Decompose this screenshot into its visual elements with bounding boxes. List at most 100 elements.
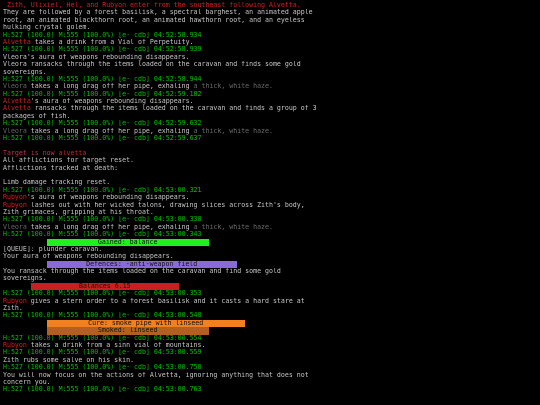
text-segment: You will now focus on the actions of Alv… (3, 371, 309, 379)
text-segment: H:527 (100.0) M:555 (100.0%) [e- cdb] 04… (3, 186, 202, 194)
text-segment: ransacks through the items loaded on the… (30, 105, 317, 113)
text-segment: packages of fish. (3, 112, 71, 120)
terminal-line: H:527 (100.0) M:555 (100.0%) [e- cdb] 04… (3, 32, 537, 39)
text-segment: takes a long drag off her pipe, exhaling (26, 223, 194, 231)
text-segment: Vleora ransacks through the items loaded… (3, 61, 301, 69)
terminal-line: H:527 (100.0) M:555 (100.0%) [e- cdb] 04… (3, 386, 537, 393)
text-segment: Zith rubs some salve on his skin. (3, 356, 135, 364)
terminal-line: Zith, Ulixiel, Hel, and Rubyon enter fro… (3, 2, 537, 9)
text-segment: Zith, Ulixiel, Hel, and Rubyon enter fro… (3, 2, 301, 9)
text-segment: Alvetta (3, 98, 31, 106)
text-segment: Your aura of weapons rebounding disappea… (3, 253, 174, 261)
terminal-line: H:527 (100.0) M:555 (100.0%) [e- cdb] 04… (3, 187, 537, 194)
terminal-line: Vleora's aura of weapons rebounding disa… (3, 54, 537, 61)
text-segment: H:527 (100.0) M:555 (100.0%) [e- cdb] 04… (3, 46, 202, 54)
text-segment: lashes out with her wicked talons, drawi… (26, 201, 305, 209)
text-segment: Limb damage tracking reset. (3, 179, 111, 187)
terminal-line: H:527 (100.0) M:555 (100.0%) [e- cdb] 04… (3, 76, 537, 83)
text-segment: alvetta (58, 149, 87, 157)
terminal-line: concern you. (3, 379, 537, 386)
status-bar-line: Defences: -anti-weapon field (3, 260, 537, 269)
text-segment: H:527 (100.0) M:555 (100.0%) [e- cdb] 04… (3, 231, 202, 239)
text-segment: H:527 (100.0) M:555 (100.0%) [e- cdb] 04… (3, 349, 202, 357)
terminal-line: Rubyon gives a stern order to a forest b… (3, 298, 537, 305)
status-bar: Gained: balance (46, 238, 209, 246)
terminal-output: Zith, Ulixiel, Hel, and Rubyon enter fro… (0, 0, 540, 396)
text-segment: H:527 (100.0) M:555 (100.0%) [e- cdb] 04… (3, 216, 202, 224)
terminal-line: Zith. (3, 305, 537, 312)
terminal-line: H:527 (100.0) M:555 (100.0%) [e- cdb] 04… (3, 231, 537, 238)
text-segment: Vleora (3, 83, 27, 91)
text-segment: concern you. (3, 378, 51, 386)
terminal-line: Zith rubs some salve on his skin. (3, 357, 537, 364)
status-bar: Balances 6.15 (30, 282, 179, 291)
terminal-line: Alvetta's aura of weapons rebounding dis… (3, 98, 537, 105)
terminal-line: H:527 (100.0) M:555 (100.0%) [e- cdb] 04… (3, 312, 537, 319)
terminal-line: You ransack through the items loaded on … (3, 268, 537, 275)
text-segment: sovereigns. (3, 68, 47, 76)
text-segment: Afflictions tracked at death: (3, 164, 119, 172)
text-segment: 's aura of weapons rebounding disappears… (26, 194, 190, 202)
terminal-line: H:527 (100.0) M:555 (100.0%) [e- cdb] 04… (3, 364, 537, 371)
text-segment: a thick, white haze. (193, 127, 273, 135)
text-segment: H:527 (100.0) M:555 (100.0%) [e- cdb] 04… (3, 90, 202, 98)
terminal-line: Vleora takes a long drag off her pipe, e… (3, 83, 537, 90)
text-segment: Vleora (3, 223, 27, 231)
terminal-line: Alvetta takes a drink from a Vial of Per… (3, 39, 537, 46)
status-bar-line: Balances 6.15 (3, 282, 537, 291)
text-segment: root, an animated blackthorn root, an an… (3, 16, 305, 24)
text-segment: takes a drink from a sinn vial of mounta… (26, 341, 206, 349)
status-bar: Defences: -anti-weapon field (46, 260, 237, 269)
text-segment: Alvetta (3, 105, 31, 113)
text-segment: Zith. (3, 305, 23, 313)
terminal-line: Rubyon's aura of weapons rebounding disa… (3, 194, 537, 201)
terminal-line: packages of fish. (3, 113, 537, 120)
terminal-line: Rubyon lashes out with her wicked talons… (3, 202, 537, 209)
terminal-line: Vleora takes a long drag off her pipe, e… (3, 224, 537, 231)
text-segment: H:527 (100.0) M:555 (100.0%) [e- cdb] 04… (3, 312, 202, 320)
text-segment: a thick, white haze. (193, 83, 273, 91)
text-segment: 's aura of weapons rebounding disappears… (30, 98, 194, 106)
text-segment: Rubyon (3, 297, 27, 305)
text-segment: H:527 (100.0) M:555 (100.0%) [e- cdb] 04… (3, 364, 202, 372)
terminal-line: They are followed by a forest basilisk, … (3, 9, 537, 16)
text-segment: takes a long drag off her pipe, exhaling (26, 127, 194, 135)
text-segment: H:527 (100.0) M:555 (100.0%) [e- cdb] 04… (3, 75, 202, 83)
text-segment: H:527 (100.0) M:555 (100.0%) [e- cdb] 04… (3, 135, 202, 143)
terminal-line: hulking crystal golem. (3, 24, 537, 31)
text-segment: hulking crystal golem. (3, 24, 91, 32)
status-bar-line: Smoked: linseed (3, 327, 537, 335)
text-segment: Vleora's aura of weapons rebounding disa… (3, 53, 190, 61)
text-segment: a thick, white haze. (193, 223, 273, 231)
text-segment: H:527 (100.0) M:555 (100.0%) [e- cdb] 04… (3, 386, 202, 394)
terminal-line: H:527 (100.0) M:555 (100.0%) [e- cdb] 04… (3, 335, 537, 342)
terminal-line: H:527 (100.0) M:555 (100.0%) [e- cdb] 04… (3, 349, 537, 356)
terminal-line: Rubyon takes a drink from a sinn vial of… (3, 342, 537, 349)
text-segment: You ransack through the items loaded on … (3, 268, 281, 276)
terminal-line: H:527 (100.0) M:555 (100.0%) [e- cdb] 04… (3, 135, 537, 142)
terminal-line: Limb damage tracking reset. (3, 179, 537, 186)
terminal-line: sovereigns. (3, 69, 537, 76)
status-bar-line: Gained: balance (3, 238, 537, 246)
text-segment: Alvetta (3, 38, 31, 46)
terminal-line: H:527 (100.0) M:555 (100.0%) [e- cdb] 04… (3, 290, 537, 297)
terminal-line: H:527 (100.0) M:555 (100.0%) [e- cdb] 04… (3, 91, 537, 98)
text-segment: H:527 (100.0) M:555 (100.0%) [e- cdb] 04… (3, 290, 202, 298)
text-segment: Rubyon (3, 194, 27, 202)
text-segment: H:527 (100.0) M:555 (100.0%) [e- cdb] 04… (3, 120, 202, 128)
terminal-line: H:527 (100.0) M:555 (100.0%) [e- cdb] 04… (3, 216, 537, 223)
text-segment: H:527 (100.0) M:555 (100.0%) [e- cdb] 04… (3, 334, 202, 342)
terminal-line: All afflictions for target reset. (3, 157, 537, 164)
status-bar: Smoked: linseed (46, 327, 209, 335)
terminal-line: Afflictions tracked at death: (3, 165, 537, 172)
terminal-line: [QUEUE]: plunder caravan. (3, 246, 537, 253)
text-segment: Vleora (3, 127, 27, 135)
terminal-line: H:527 (100.0) M:555 (100.0%) [e- cdb] 04… (3, 120, 537, 127)
text-segment: Zith grimaces, gripping at his throat. (3, 208, 154, 216)
status-bar-line: Cure: smoke pipe with linseed (3, 319, 537, 328)
text-segment: All afflictions for target reset. (3, 157, 135, 165)
text-segment: H:527 (100.0) M:555 (100.0%) [e- cdb] 04… (3, 31, 202, 39)
text-segment: Rubyon (3, 341, 27, 349)
text-segment: Target is now (3, 149, 59, 157)
